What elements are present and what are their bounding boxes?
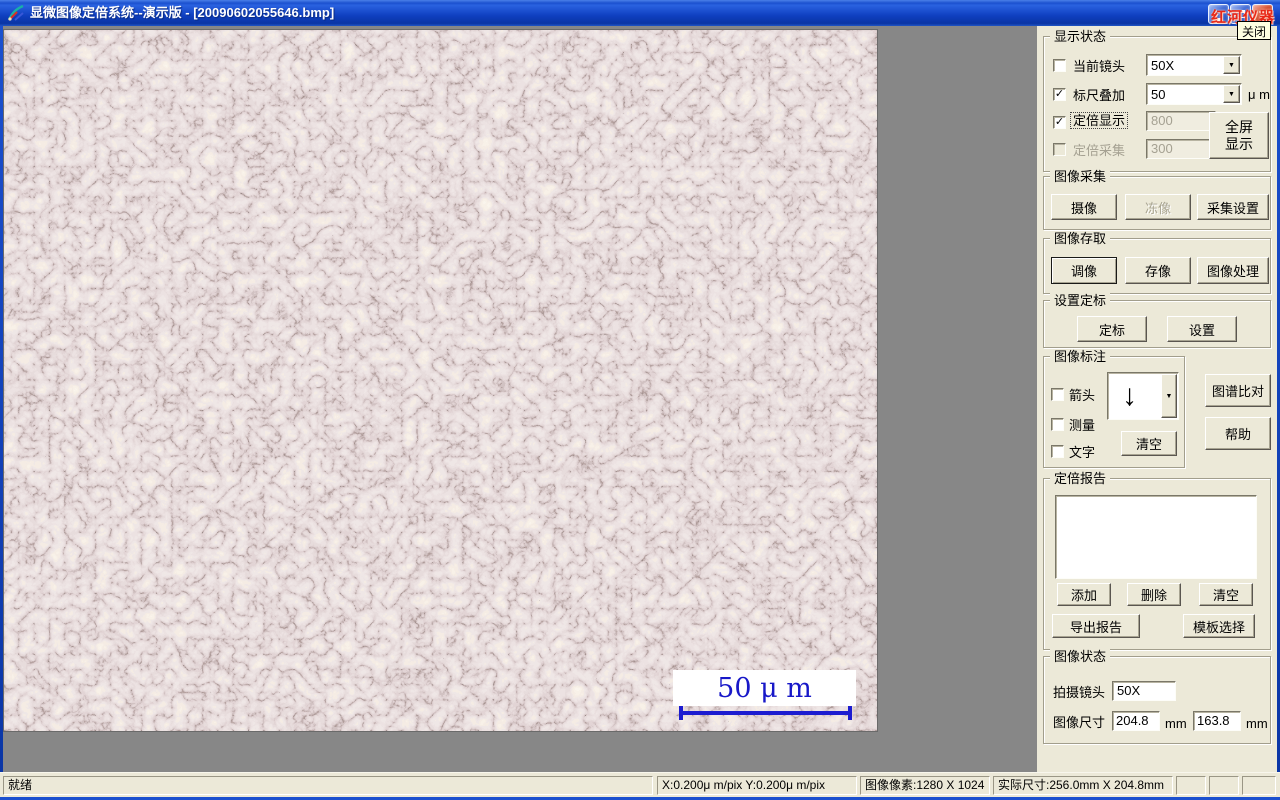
scale-bar-text: 50 μ m [717, 672, 812, 704]
check-icon: ✓ [1054, 88, 1065, 100]
lens-value-field[interactable]: 50X [1112, 681, 1176, 701]
arrow-style-combobox[interactable]: ↓ ▼ [1107, 372, 1179, 420]
scale-tick-right [848, 706, 852, 720]
arrow-checkbox[interactable] [1051, 388, 1064, 401]
lens-label: 拍摄镜头 [1053, 685, 1106, 700]
text-checkbox[interactable] [1051, 445, 1064, 458]
export-report-button[interactable]: 导出报告 [1052, 614, 1140, 638]
group-calibration-title: 设置定标 [1050, 293, 1111, 308]
ruler-unit-label: μ m [1248, 87, 1270, 102]
report-add-button[interactable]: 添加 [1057, 583, 1111, 606]
calibrate-button[interactable]: 定标 [1077, 316, 1147, 342]
freeze-button: 冻像 [1125, 194, 1191, 220]
micrograph-viewport[interactable]: 50 μ m [3, 29, 878, 732]
report-listbox[interactable] [1055, 495, 1257, 579]
atlas-compare-button[interactable]: 图谱比对 [1205, 374, 1271, 407]
report-delete-button[interactable]: 删除 [1127, 583, 1181, 606]
chevron-down-icon[interactable]: ▼ [1223, 56, 1240, 74]
current-lens-combobox[interactable]: 50X ▼ [1146, 54, 1242, 76]
status-empty-cell [1242, 776, 1276, 795]
height-unit-label: mm [1246, 716, 1268, 731]
window-title: 显微图像定倍系统--演示版 - [20090602055646.bmp] [30, 5, 335, 20]
annotation-clear-button[interactable]: 清空 [1121, 431, 1177, 456]
titlebar[interactable]: 显微图像定倍系统--演示版 - [20090602055646.bmp] × 红… [0, 0, 1280, 40]
status-pixel-scale: X:0.200μ m/pix Y:0.200μ m/pix [657, 776, 857, 795]
group-capture-title: 图像采集 [1050, 169, 1111, 184]
group-display-status-title: 显示状态 [1050, 29, 1111, 44]
current-lens-label: 当前镜头 [1073, 59, 1126, 74]
fixed-display-checkbox[interactable]: ✓ [1053, 116, 1066, 129]
report-clear-button[interactable]: 清空 [1199, 583, 1253, 606]
scale-bar-label-box: 50 μ m [673, 670, 856, 706]
fullscreen-button[interactable]: 全屏 显示 [1209, 112, 1269, 159]
image-canvas-background: 50 μ m [3, 26, 1037, 772]
fixed-capture-field: 300 [1146, 139, 1216, 159]
image-height-field[interactable]: 163.8 [1193, 711, 1241, 731]
ruler-overlay-checkbox[interactable]: ✓ [1053, 88, 1066, 101]
arrow-label: 箭头 [1069, 388, 1096, 403]
scale-bar [679, 711, 852, 715]
scale-bar-line [679, 706, 852, 720]
statusbar: 就绪 X:0.200μ m/pix Y:0.200μ m/pix 图像像素:12… [0, 772, 1280, 797]
control-panel: 显示状态 当前镜头 50X ▼ ✓ 标尺叠加 50 ▼ μ m ✓ 定倍显示 8… [1037, 26, 1277, 772]
image-size-label: 图像尺寸 [1053, 715, 1106, 730]
shoot-button[interactable]: 摄像 [1051, 194, 1117, 220]
ruler-overlay-label: 标尺叠加 [1073, 88, 1126, 103]
save-image-button[interactable]: 存像 [1125, 257, 1191, 284]
group-report-title: 定倍报告 [1050, 471, 1111, 486]
image-width-field[interactable]: 204.8 [1112, 711, 1160, 731]
close-tooltip: 关闭 [1237, 21, 1272, 40]
image-process-button[interactable]: 图像处理 [1197, 257, 1269, 284]
current-lens-value: 50X [1151, 58, 1175, 73]
fixed-display-label: 定倍显示 [1070, 112, 1129, 129]
help-button[interactable]: 帮助 [1205, 417, 1271, 450]
status-ready: 就绪 [3, 776, 653, 795]
ruler-value: 50 [1151, 87, 1166, 102]
ruler-value-combobox[interactable]: 50 ▼ [1146, 83, 1242, 105]
status-empty-cell [1209, 776, 1239, 795]
arrow-down-icon: ↓ [1122, 379, 1137, 412]
micrograph-image [4, 30, 877, 731]
check-icon: ✓ [1054, 116, 1065, 128]
measure-label: 测量 [1069, 418, 1096, 433]
status-actual-size: 实际尺寸:256.0mm X 204.8mm [993, 776, 1173, 795]
chevron-down-icon[interactable]: ▼ [1223, 85, 1240, 103]
application-window: 显微图像定倍系统--演示版 - [20090602055646.bmp] × 红… [0, 0, 1280, 800]
calibration-settings-button[interactable]: 设置 [1167, 316, 1237, 342]
app-icon [7, 4, 24, 21]
load-image-button[interactable]: 调像 [1051, 257, 1117, 284]
current-lens-checkbox[interactable] [1053, 59, 1066, 72]
fixed-capture-checkbox [1053, 143, 1066, 156]
capture-settings-button[interactable]: 采集设置 [1197, 194, 1269, 220]
group-image-status-title: 图像状态 [1050, 649, 1111, 664]
fullscreen-button-line2: 显示 [1225, 135, 1253, 152]
fixed-display-field: 800 [1146, 111, 1216, 131]
text-label: 文字 [1069, 445, 1096, 460]
template-select-button[interactable]: 模板选择 [1183, 614, 1255, 638]
fullscreen-button-line1: 全屏 [1225, 119, 1253, 136]
measure-checkbox[interactable] [1051, 418, 1064, 431]
status-image-pixels: 图像像素:1280 X 1024 [860, 776, 990, 795]
chevron-down-icon[interactable]: ▼ [1161, 374, 1177, 418]
width-unit-label: mm [1165, 716, 1187, 731]
fixed-capture-label: 定倍采集 [1073, 143, 1126, 158]
group-annotation-title: 图像标注 [1050, 349, 1111, 364]
group-storage-title: 图像存取 [1050, 231, 1111, 246]
status-empty-cell [1176, 776, 1206, 795]
